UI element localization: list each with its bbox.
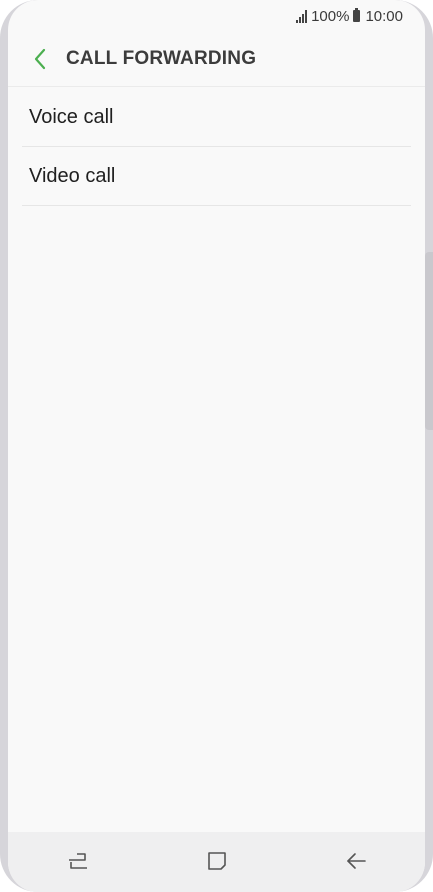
page-title: CALL FORWARDING [66, 48, 257, 69]
battery-percentage: 100% [311, 7, 350, 25]
list-item-label: Voice call [29, 105, 114, 128]
signal-icon [296, 9, 308, 23]
device-frame: 100% 10:00 CALL FORWARDING Voice call Vi… [0, 0, 433, 892]
list-item-label: Video call [29, 164, 116, 187]
navigation-bar [8, 832, 425, 892]
list-item-video-call[interactable]: Video call [22, 147, 411, 206]
battery-icon [353, 8, 361, 22]
list-item-voice-call[interactable]: Voice call [22, 88, 411, 147]
recent-apps-icon[interactable] [48, 839, 108, 883]
status-bar: 100% 10:00 [8, 0, 425, 32]
back-arrow-icon[interactable] [326, 839, 386, 883]
app-bar: CALL FORWARDING [8, 32, 425, 87]
chevron-left-icon[interactable] [20, 39, 60, 79]
clock: 10:00 [365, 7, 403, 25]
forwarding-options-list: Voice call Video call [22, 88, 411, 206]
home-icon[interactable] [187, 839, 247, 883]
screen: 100% 10:00 CALL FORWARDING Voice call Vi… [8, 0, 425, 892]
side-edge-handle [425, 252, 433, 430]
